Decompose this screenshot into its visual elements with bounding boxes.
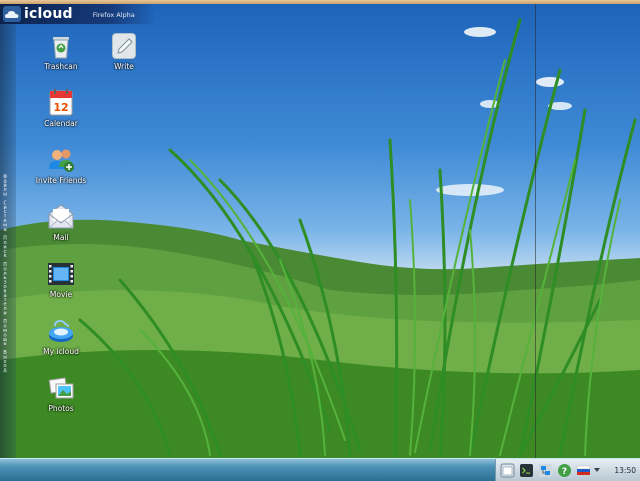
desktop-icon-label: Trashcan (44, 62, 78, 71)
topbar[interactable]: icloud Firefox Alpha (0, 4, 156, 24)
cloud-drive-icon (49, 319, 73, 342)
left-dock[interactable]: Файлы Система Поиск Пользователи Помощь … (0, 24, 16, 458)
taskbar[interactable]: ? 13:50 (0, 458, 640, 481)
desktop-icon-my-icloud[interactable]: My icloud (30, 316, 92, 356)
desktop-icon-write[interactable]: Write (93, 31, 155, 71)
arrow-icon[interactable] (593, 463, 601, 478)
vertical-guideline (535, 4, 536, 458)
desktop-icon-trashcan[interactable]: Trashcan (30, 31, 92, 71)
terminal-icon[interactable] (519, 463, 534, 478)
desktop-icon-label: Calendar (44, 119, 78, 128)
pencil-icon (112, 33, 136, 59)
app-title: icloud (24, 6, 73, 22)
left-dock-menu-text[interactable]: Файлы Система Поиск Пользователи Помощь … (2, 174, 8, 479)
desktop-icon-mail[interactable]: Mail (30, 202, 92, 242)
envelope-icon (48, 204, 74, 229)
desktop-icon-label: Invite Friends (35, 176, 87, 185)
desktop-icon-label: Write (114, 62, 134, 71)
desktop-icon-label: Mail (53, 233, 69, 242)
network-icon[interactable] (538, 463, 553, 478)
flag-icon[interactable] (576, 463, 591, 478)
desktop-icon-label: My icloud (43, 347, 79, 356)
help-icon[interactable]: ? (557, 463, 572, 478)
desktop-icon-photos[interactable]: Photos (30, 373, 92, 413)
add-contact-icon (49, 149, 74, 172)
clock[interactable]: 13:50 (614, 466, 636, 475)
desktop-icon-label: Photos (48, 404, 74, 413)
calendar-day-text: 12 (53, 101, 68, 114)
desktop-wallpaper (0, 0, 640, 480)
recycle-bin-icon (53, 37, 69, 59)
cloud-logo-icon (3, 6, 21, 22)
film-strip-icon (48, 263, 74, 285)
svg-text:?: ? (562, 467, 567, 477)
desktop-icon-calendar[interactable]: 12 Calendar (30, 88, 92, 128)
desktop-icon-movie[interactable]: Movie (30, 259, 92, 299)
calendar-icon: 12 (49, 89, 73, 116)
window-icon[interactable] (500, 463, 515, 478)
desktop-icon-label: Movie (49, 290, 73, 299)
photos-icon (48, 377, 74, 399)
desktop-icon-invite-friends[interactable]: Invite Friends (30, 145, 92, 185)
app-subtitle: Firefox Alpha (92, 11, 135, 19)
system-tray[interactable]: ? 13:50 (495, 459, 640, 481)
